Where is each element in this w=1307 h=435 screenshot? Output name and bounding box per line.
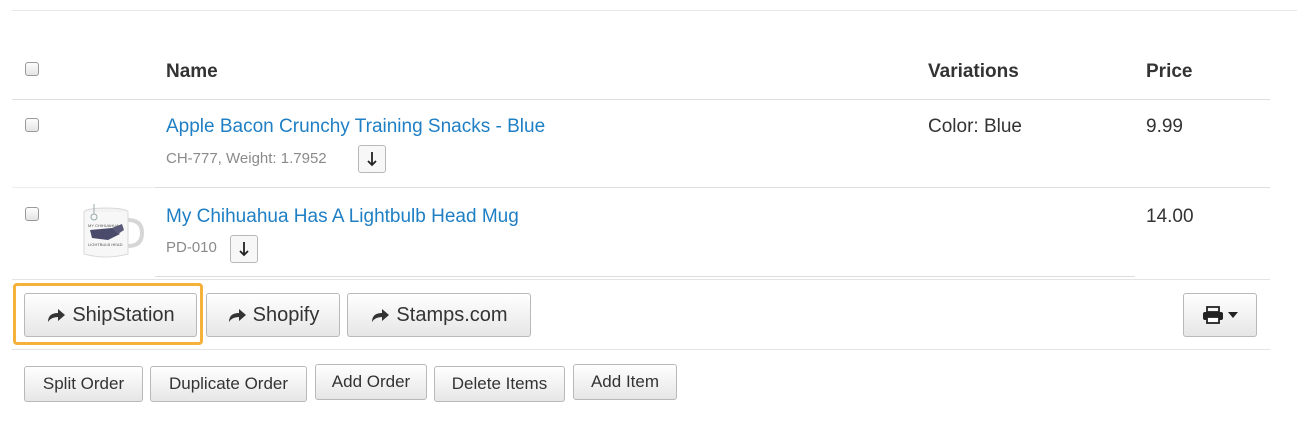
row-divider-left <box>12 187 155 188</box>
product-link[interactable]: My Chihuahua Has A Lightbulb Head Mug <box>166 206 519 228</box>
top-divider <box>12 10 1297 11</box>
select-all-checkbox[interactable] <box>25 62 39 76</box>
price-value: 14.00 <box>1146 206 1194 227</box>
section-divider <box>12 279 1270 280</box>
header-price: Price <box>1146 61 1193 82</box>
mug-thumbnail: MY CHIHUAHUA LIGHTBULB HEAD <box>68 200 150 264</box>
header-divider <box>12 99 1270 100</box>
row-checkbox[interactable] <box>25 207 39 221</box>
share-arrow-icon <box>372 309 390 322</box>
product-meta: CH-777, Weight: 1.7952 <box>166 150 327 167</box>
header-name: Name <box>166 61 218 82</box>
product-link[interactable]: Apple Bacon Crunchy Training Snacks - Bl… <box>166 116 545 138</box>
shipstation-button[interactable]: ShipStation <box>24 293 197 337</box>
svg-text:MY CHIHUAHUA: MY CHIHUAHUA <box>88 223 119 228</box>
row-checkbox[interactable] <box>25 118 39 132</box>
header-variations: Variations <box>928 61 1019 82</box>
share-arrow-icon <box>48 309 66 322</box>
down-arrow-icon <box>239 242 249 257</box>
down-arrow-button[interactable] <box>230 235 258 263</box>
actions-divider <box>12 349 1270 350</box>
row-divider <box>155 276 1135 277</box>
printer-icon <box>1203 306 1223 324</box>
share-arrow-icon <box>228 309 246 322</box>
add-order-button[interactable]: Add Order <box>315 364 427 400</box>
duplicate-order-button[interactable]: Duplicate Order <box>150 366 307 402</box>
price-value: 9.99 <box>1146 116 1183 137</box>
stampscom-label: Stamps.com <box>396 303 508 326</box>
print-dropdown-button[interactable] <box>1183 293 1257 337</box>
split-order-button[interactable]: Split Order <box>24 366 143 402</box>
down-arrow-icon <box>367 152 377 167</box>
shipstation-label: ShipStation <box>72 303 175 326</box>
product-meta: PD-010 <box>166 239 217 256</box>
caret-down-icon <box>1228 312 1238 318</box>
add-item-button[interactable]: Add Item <box>573 364 677 400</box>
svg-text:LIGHTBULB HEAD: LIGHTBULB HEAD <box>88 242 123 247</box>
stampscom-button[interactable]: Stamps.com <box>347 293 531 337</box>
row-divider <box>155 187 1270 188</box>
shopify-label: Shopify <box>252 303 320 326</box>
shopify-button[interactable]: Shopify <box>206 293 340 337</box>
variation-value: Color: Blue <box>928 116 1022 137</box>
down-arrow-button[interactable] <box>358 145 386 173</box>
delete-items-button[interactable]: Delete Items <box>434 366 565 402</box>
